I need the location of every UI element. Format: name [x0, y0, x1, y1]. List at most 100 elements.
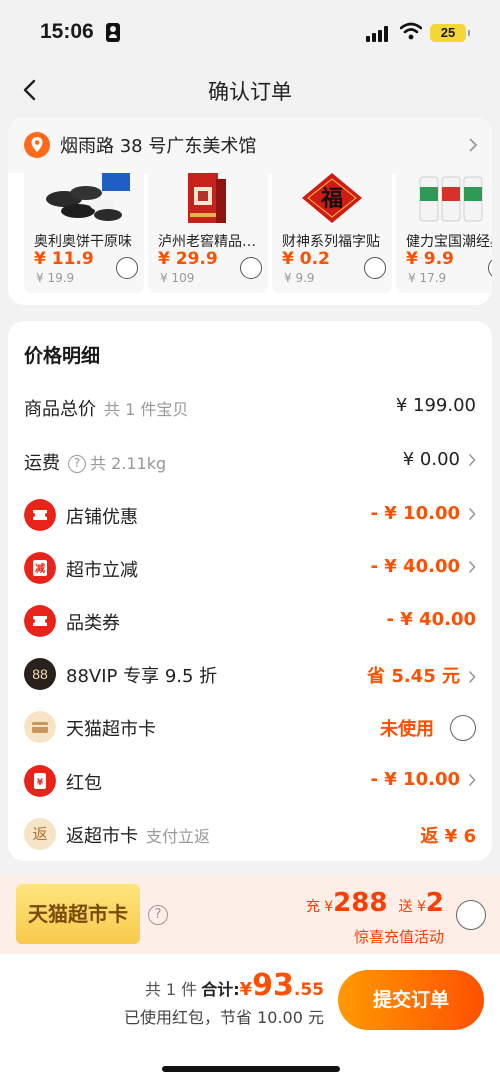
- help-icon[interactable]: ?: [68, 455, 86, 473]
- product-name: 泸州老窖精品头曲: [158, 234, 266, 250]
- product-card[interactable]: 福 财神系列福字贴 ¥ 0.2 ¥ 9.9: [272, 173, 392, 293]
- red-packet-icon: ¥: [24, 765, 56, 797]
- rebate-sub-text: 支付立返: [146, 827, 211, 846]
- checkout-bar: 共 1 件合计:¥93.55 已使用红包，节省 10.00 元 提交订单: [0, 954, 500, 1082]
- gift-prefix: 送 ¥: [398, 899, 426, 915]
- page-title: 确认订单: [208, 80, 292, 104]
- tmall-card-label: 天猫超市卡: [66, 719, 156, 740]
- savings-note: 已使用红包，节省 10.00 元: [124, 1008, 324, 1027]
- red-packet-value: - ¥ 10.00: [370, 769, 460, 790]
- category-coupon-value: - ¥ 40.00: [386, 609, 476, 630]
- product-card[interactable]: 泸州老窖精品头曲 ¥ 29.9 ¥ 109: [148, 173, 268, 293]
- add-on-products-strip: 奥利奥饼干原味 ¥ 11.9 ¥ 19.9 泸州老窖精品头曲 ¥ 29.9 ¥ …: [8, 173, 492, 305]
- market-discount-row[interactable]: 减 超市立减 - ¥ 40.00: [8, 548, 492, 588]
- product-select-radio[interactable]: [240, 257, 262, 279]
- product-original-price: ¥ 19.9: [36, 271, 75, 285]
- tmall-card-badge: 天猫超市卡: [16, 884, 140, 944]
- help-icon[interactable]: ?: [148, 905, 168, 925]
- shop-discount-value: - ¥ 10.00: [370, 503, 460, 524]
- category-coupon-label: 品类券: [66, 613, 120, 634]
- category-coupon-row: 品类券 - ¥ 40.00: [8, 601, 492, 641]
- shipping-label: 运费: [24, 453, 60, 474]
- shop-discount-label: 店铺优惠: [66, 507, 138, 528]
- rebate-icon: 返: [24, 818, 56, 850]
- chevron-right-icon: [469, 138, 478, 152]
- vip-88-icon: 88: [24, 658, 56, 690]
- jianlibao-product-image: [419, 176, 483, 222]
- total-line: 共 1 件合计:¥93.55: [145, 968, 324, 1003]
- vip-discount-row[interactable]: 88 88VIP 专享 9.5 折 省 5.45 元: [8, 654, 492, 694]
- total-currency: ¥: [239, 979, 253, 1000]
- chevron-right-icon: [468, 773, 476, 787]
- price-detail-title: 价格明细: [24, 345, 101, 367]
- goods-count-text: 共 1 件宝贝: [104, 400, 189, 419]
- goods-total-value: ¥ 199.00: [395, 395, 476, 416]
- product-select-radio[interactable]: [488, 257, 492, 279]
- discount-tag-icon: 减: [24, 552, 56, 584]
- chevron-right-icon: [468, 453, 476, 467]
- submit-order-button[interactable]: 提交订单: [338, 970, 484, 1030]
- promo-subtitle: 惊喜充值活动: [353, 928, 444, 946]
- oreo-product-image: [46, 173, 130, 221]
- product-card[interactable]: 奥利奥饼干原味 ¥ 11.9 ¥ 19.9: [24, 173, 144, 293]
- red-packet-label: 红包: [66, 773, 102, 794]
- liquor-product-image: [188, 173, 226, 223]
- recharge-radio[interactable]: [456, 900, 486, 930]
- shop-discount-row[interactable]: 店铺优惠 - ¥ 10.00: [8, 495, 492, 535]
- home-indicator: [162, 1066, 340, 1072]
- total-integer: 93: [252, 968, 294, 1003]
- red-packet-row[interactable]: ¥ 红包 - ¥ 10.00: [8, 761, 492, 801]
- product-select-radio[interactable]: [116, 257, 138, 279]
- chevron-right-icon: [468, 507, 476, 521]
- location-pin-icon: [24, 132, 50, 158]
- gift-amount: 2: [425, 888, 444, 918]
- product-price: ¥ 9.9: [406, 249, 454, 269]
- shipping-weight-text: 共 2.11kg: [90, 454, 167, 473]
- fu-character-product-image: 福: [302, 173, 362, 223]
- recharge-promo-bar[interactable]: 天猫超市卡 ? 充 ¥288 送 ¥2 惊喜充值活动: [0, 876, 500, 954]
- rebate-row: 返 返超市卡 支付立返 返 ¥ 6: [8, 814, 492, 854]
- vip-discount-value: 省 5.45 元: [367, 666, 460, 687]
- wifi-icon: [400, 22, 422, 40]
- charge-amount: 288: [333, 888, 388, 918]
- goods-total-row: 商品总价共 1 件宝贝 ¥ 199.00: [8, 387, 492, 427]
- market-discount-label: 超市立减: [66, 560, 138, 581]
- battery-indicator: 25: [430, 24, 470, 42]
- nav-bar: 确认订单: [0, 66, 500, 116]
- price-detail-card: 价格明细 商品总价共 1 件宝贝 ¥ 199.00 运费? 共 2.11kg ¥ …: [8, 321, 492, 861]
- shipping-value: ¥ 0.00: [402, 449, 460, 470]
- shipping-row[interactable]: 运费? 共 2.11kg ¥ 0.00: [8, 441, 492, 481]
- product-price: ¥ 0.2: [282, 249, 330, 269]
- address-text: 烟雨路 38 号广东美术馆: [60, 136, 257, 157]
- total-label: 合计:: [201, 980, 240, 999]
- tmall-card-status: 未使用: [380, 719, 434, 740]
- coupon-ticket-icon: [24, 499, 56, 531]
- product-original-price: ¥ 17.9: [408, 271, 447, 285]
- chevron-right-icon: [468, 560, 476, 574]
- product-price: ¥ 11.9: [34, 249, 94, 269]
- product-name: 健力宝国潮经典: [406, 234, 492, 250]
- product-card[interactable]: 健力宝国潮经典 ¥ 9.9 ¥ 17.9: [396, 173, 492, 293]
- rebate-value: 返 ¥ 6: [420, 826, 476, 847]
- product-name: 奥利奥饼干原味: [34, 234, 132, 250]
- total-decimal: .55: [293, 980, 324, 1000]
- status-bar: 15:06 25: [0, 0, 500, 66]
- product-price: ¥ 29.9: [158, 249, 218, 269]
- svg-text:福: 福: [320, 187, 343, 212]
- delivery-address-row[interactable]: 烟雨路 38 号广东美术馆: [8, 117, 492, 173]
- tmall-card-radio[interactable]: [450, 715, 476, 741]
- chevron-right-icon: [468, 670, 476, 684]
- wallet-card-icon: [24, 711, 56, 743]
- tmall-card-row[interactable]: 天猫超市卡 未使用: [8, 707, 492, 747]
- charge-prefix: 充 ¥: [305, 899, 334, 915]
- status-time: 15:06: [40, 20, 94, 43]
- coupon-ticket-icon: [24, 605, 56, 637]
- product-original-price: ¥ 9.9: [284, 271, 315, 285]
- product-select-radio[interactable]: [364, 257, 386, 279]
- cellular-signal-icon: [366, 26, 392, 42]
- item-count: 共 1 件: [144, 980, 198, 999]
- product-original-price: ¥ 109: [160, 271, 195, 285]
- vip-discount-label: 88VIP 专享 9.5 折: [66, 666, 218, 687]
- product-name: 财神系列福字贴: [282, 234, 380, 250]
- rebate-label: 返超市卡: [66, 826, 138, 847]
